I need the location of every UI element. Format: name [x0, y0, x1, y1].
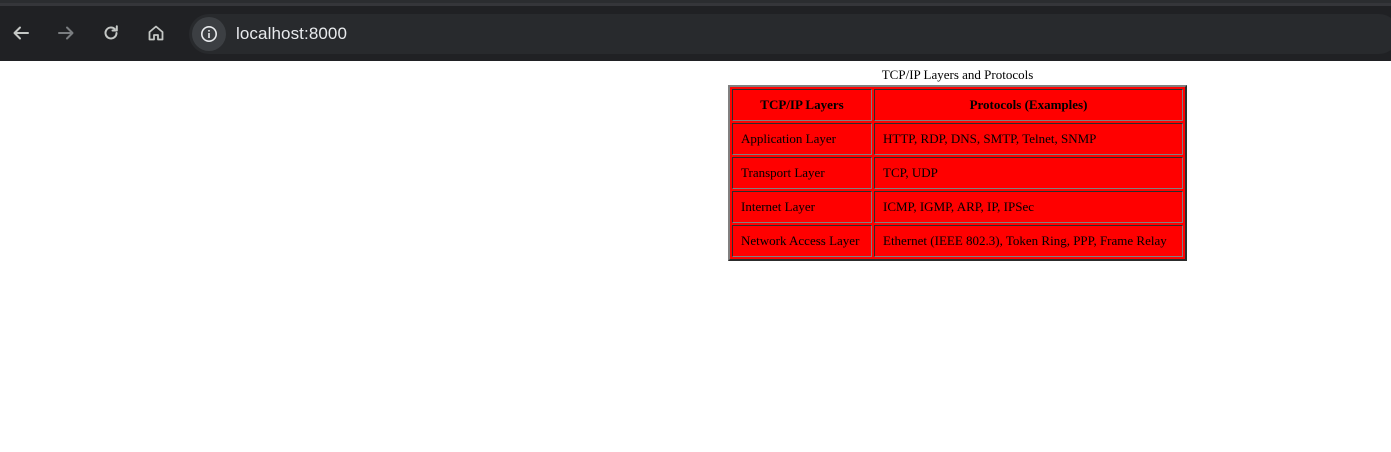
layer-cell: Transport Layer — [732, 157, 872, 189]
protocols-cell: Ethernet (IEEE 802.3), Token Ring, PPP, … — [874, 225, 1183, 257]
table-row: Internet Layer ICMP, IGMP, ARP, IP, IPSe… — [732, 191, 1183, 223]
layer-cell: Internet Layer — [732, 191, 872, 223]
table-row: Network Access Layer Ethernet (IEEE 802.… — [732, 225, 1183, 257]
home-button[interactable] — [139, 16, 173, 50]
page-content: TCP/IP Layers and Protocols TCP/IP Layer… — [0, 61, 1391, 452]
table-row: Transport Layer TCP, UDP — [732, 157, 1183, 189]
browser-toolbar: localhost:8000 — [0, 6, 1391, 61]
table-header-row: TCP/IP Layers Protocols (Examples) — [732, 89, 1183, 121]
header-layers: TCP/IP Layers — [732, 89, 872, 121]
info-icon — [201, 26, 217, 42]
layer-cell: Network Access Layer — [732, 225, 872, 257]
protocols-cell: HTTP, RDP, DNS, SMTP, Telnet, SNMP — [874, 123, 1183, 155]
arrow-right-icon — [58, 26, 74, 40]
address-bar[interactable]: localhost:8000 — [189, 14, 1391, 54]
arrow-left-icon — [13, 26, 29, 40]
reload-button[interactable] — [94, 16, 128, 50]
header-protocols: Protocols (Examples) — [874, 89, 1183, 121]
tcp-ip-table: TCP/IP Layers and Protocols TCP/IP Layer… — [728, 67, 1187, 261]
home-icon — [148, 25, 164, 41]
protocols-cell: TCP, UDP — [874, 157, 1183, 189]
table-caption: TCP/IP Layers and Protocols — [881, 67, 1034, 82]
back-button[interactable] — [4, 16, 38, 50]
site-info-button[interactable] — [192, 17, 226, 51]
reload-icon — [104, 25, 118, 40]
browser-chrome: localhost:8000 — [0, 0, 1391, 61]
protocols-cell: ICMP, IGMP, ARP, IP, IPSec — [874, 191, 1183, 223]
table-row: Application Layer HTTP, RDP, DNS, SMTP, … — [732, 123, 1183, 155]
layer-cell: Application Layer — [732, 123, 872, 155]
forward-button[interactable] — [49, 16, 83, 50]
url-text[interactable]: localhost:8000 — [236, 24, 347, 44]
